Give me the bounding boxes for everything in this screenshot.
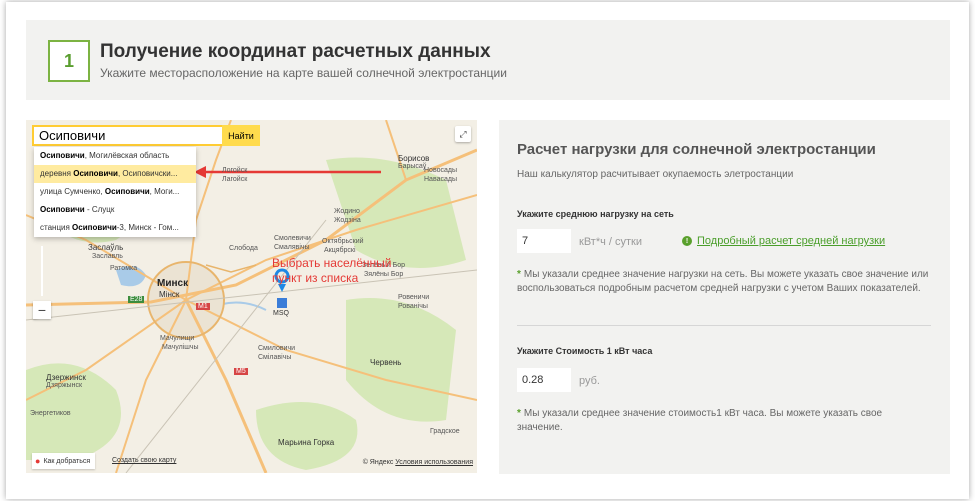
map-label: Заславль <box>92 253 123 260</box>
zoom-out-button[interactable]: − <box>33 301 51 319</box>
map-label: Червень <box>370 358 402 367</box>
search-suggestions: Осиповичи, Могилёвская область деревня Ос… <box>34 147 196 237</box>
suggestion-match: Осиповичи <box>72 223 117 232</box>
map-search-box: ✕ <box>32 125 241 146</box>
step-number-badge: 1 <box>48 40 90 82</box>
route-button[interactable]: ● Как добраться <box>32 453 96 469</box>
map-copyright: © Яндекс Условия использования <box>363 459 473 466</box>
info-icon: ! <box>682 236 692 246</box>
detailed-load-link[interactable]: ! Подробный расчет средней нагрузки <box>682 235 885 247</box>
map-label: Градское <box>430 428 460 435</box>
zoom-slider[interactable] <box>41 246 43 296</box>
map-label: Барысаў <box>398 163 427 170</box>
suggestion-item[interactable]: станция Осиповичи-3, Минск - Гом... <box>34 219 196 237</box>
create-map-link[interactable]: Создать свою карту <box>112 457 176 464</box>
suggestion-suffix: , Могилёвская область <box>84 151 170 160</box>
suggestion-item[interactable]: деревня Осиповичи, Осиповичски... <box>34 165 196 183</box>
map-search-input[interactable] <box>34 127 225 144</box>
cost-label: Укажите Стоимость 1 кВт часа <box>517 346 653 356</box>
cost-input[interactable] <box>517 368 571 392</box>
map-label: Смиловичи <box>258 345 296 352</box>
map-label: Ратомка <box>110 265 138 272</box>
calculator-subtitle: Наш калькулятор расчитывает окупаемость … <box>517 169 794 180</box>
map-label: M1 <box>196 303 210 310</box>
map-search-button[interactable]: Найти <box>222 125 260 146</box>
asterisk-icon: * <box>517 269 521 280</box>
map-label: Жодино <box>334 208 360 215</box>
calculator-title: Расчет нагрузки для солнечной электроста… <box>517 141 876 158</box>
map-label: Марьина Горка <box>278 438 335 447</box>
map-label: Смілавічы <box>258 354 292 361</box>
suggestion-suffix: , Осиповичски... <box>117 169 178 178</box>
map-label: M5 <box>234 368 248 375</box>
suggestion-item[interactable]: улица Сумченко, Осиповичи, Моги... <box>34 183 196 201</box>
map-label: Мачулищи <box>160 335 195 342</box>
map-label: Новосады <box>424 167 457 174</box>
suggestion-match: Осиповичи <box>40 205 85 214</box>
suggestion-suffix: -3, Минск - Гом... <box>116 223 179 232</box>
cost-note: * Мы указали среднее значение стоимость1 … <box>517 407 929 434</box>
map-label: Слобода <box>229 245 258 252</box>
suggestion-match: Осиповичи <box>104 187 150 196</box>
suggestion-prefix: улица Сумченко, <box>40 187 105 196</box>
map-label: E28 <box>128 296 145 303</box>
load-input[interactable] <box>517 229 571 253</box>
map-label: MSQ <box>273 310 289 317</box>
map-label: Рованічы <box>398 303 428 310</box>
map-label: Дзержинск <box>46 373 86 382</box>
map-label: Лагойск <box>222 176 248 183</box>
cost-unit: руб. <box>579 375 600 387</box>
map-label: Заслаўль <box>88 243 124 252</box>
suggestion-prefix: деревня <box>40 169 74 178</box>
suggestion-prefix: станция <box>40 223 73 232</box>
map-label: Жодзіна <box>334 217 361 224</box>
step-subtitle: Укажите месторасположение на карте вашей… <box>100 66 507 80</box>
load-label: Укажите среднюю нагрузку на сеть <box>517 209 674 219</box>
map-label: Логойск <box>222 167 248 174</box>
step-header: 1 Получение координат расчетных данных У… <box>26 20 950 100</box>
map-label: Мінск <box>159 290 180 299</box>
cost-note-text: Мы указали среднее значение стоимость1 к… <box>517 408 883 433</box>
terms-link[interactable]: Условия использования <box>395 459 473 466</box>
load-note: * Мы указали среднее значение нагрузки на… <box>517 268 929 295</box>
suggestion-suffix: - Слуцк <box>84 205 115 214</box>
step-title: Получение координат расчетных данных <box>100 41 491 62</box>
map-label: Октябрьский <box>322 238 364 245</box>
copyright-text: © Яндекс <box>362 459 394 466</box>
map-label: Минск <box>157 278 189 289</box>
asterisk-icon: * <box>517 408 521 419</box>
suggestion-match: Осиповичи <box>40 151 85 160</box>
suggestion-suffix: , Моги... <box>149 187 180 196</box>
map-label: Мачулішчы <box>162 344 199 351</box>
map-label: Смалявічы <box>274 244 310 251</box>
map-pin-icon: ● <box>35 456 41 466</box>
map-label: Смолевичи <box>274 235 311 242</box>
suggestion-item[interactable]: Осиповичи - Слуцк <box>34 201 196 219</box>
suggestion-match: Осиповичи <box>73 169 118 178</box>
divider <box>517 325 931 326</box>
map-label: Энергетиков <box>30 410 71 417</box>
map-label: Дзяржынск <box>46 382 83 389</box>
detailed-load-link-label: Подробный расчет средней нагрузки <box>697 235 886 247</box>
map-label: Акцябрскі <box>324 247 356 254</box>
load-note-text: Мы указали среднее значение нагрузки на … <box>517 269 929 294</box>
annotation-text: Выбрать населённый пункт из списка <box>272 256 392 285</box>
route-button-label: Как добраться <box>43 457 91 465</box>
map-label: Борисов <box>398 154 430 163</box>
load-unit: кВт*ч / сутки <box>579 236 642 248</box>
suggestion-item[interactable]: Осиповичи, Могилёвская область <box>34 147 196 165</box>
map-label: Навасады <box>424 176 457 183</box>
map-widget[interactable]: Минск Мінск Заслаўль Заславль Логойск Ла… <box>26 120 477 473</box>
fullscreen-icon[interactable]: ⤢ <box>455 126 471 142</box>
map-label: Ровеничи <box>398 294 430 301</box>
calculator-panel: Расчет нагрузки для солнечной электроста… <box>499 120 950 474</box>
